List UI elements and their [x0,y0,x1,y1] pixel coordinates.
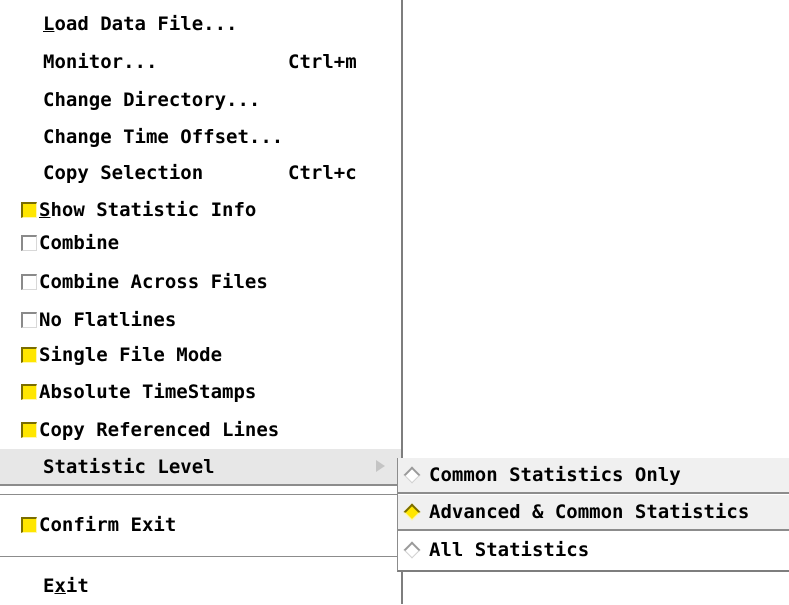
statistic-level-submenu: Common Statistics Only Advanced & Common… [397,458,789,572]
menu-toggle-absolute-timestamps[interactable]: Absolute TimeStamps [0,373,401,411]
checkbox-unchecked-icon [21,274,37,290]
menu-item-accelerator: Ctrl+c [288,162,357,184]
menu-item-change-time-offset[interactable]: Change Time Offset... [0,118,401,156]
menu-item-change-directory[interactable]: Change Directory... [0,81,401,119]
label-rest: oad Data File... [54,13,238,35]
mnemonic-l: L [43,13,55,35]
checkbox-checked-icon [21,202,37,218]
menu-item-label: Copy Selection [43,162,204,184]
radio-unselected-icon [403,541,421,559]
menu-item-label: Load Data File... [43,13,237,35]
menu-toggle-combine[interactable]: Combine [0,224,401,262]
checkbox-unchecked-icon [21,312,37,328]
cascade-arrow-icon [376,460,385,472]
menu-item-label: Show Statistic Info [39,199,256,221]
label-start: E [43,575,55,597]
menu-item-label: Statistic Level [43,455,215,478]
menu-item-exit[interactable]: Exit [0,567,401,605]
label-rest: it [65,575,89,597]
checkbox-checked-icon [21,422,37,438]
menu-separator [0,556,401,558]
menu-item-label: Confirm Exit [39,514,177,536]
radio-label: All Statistics [429,539,590,561]
menu-item-label: Change Time Offset... [43,126,284,148]
menu-item-copy-selection[interactable]: Copy Selection Ctrl+c [0,154,401,192]
checkbox-checked-icon [21,347,37,363]
menu-item-label: Monitor... [43,51,158,73]
menu-toggle-confirm-exit[interactable]: Confirm Exit [0,506,401,544]
menu-item-label: Combine [39,232,120,254]
radio-label: Advanced & Common Statistics [429,501,750,523]
menu-item-label: Combine Across Files [39,271,268,293]
menu-toggle-copy-referenced-lines[interactable]: Copy Referenced Lines [0,411,401,449]
menu-toggle-single-file-mode[interactable]: Single File Mode [0,336,401,374]
menu-separator [0,494,401,496]
menu-toggle-combine-across-files[interactable]: Combine Across Files [0,263,401,301]
file-menu: Load Data File... Monitor... Ctrl+m Chan… [0,0,403,604]
radio-label: Common Statistics Only [429,464,681,486]
radio-common-statistics-only[interactable]: Common Statistics Only [398,458,789,494]
menu-item-label: Absolute TimeStamps [39,381,257,403]
menu-toggle-no-flatlines[interactable]: No Flatlines [0,301,401,339]
radio-unselected-icon [403,466,421,484]
menu-item-monitor[interactable]: Monitor... Ctrl+m [0,43,401,81]
label-rest: how Statistic Info [50,199,257,221]
menu-item-label: Single File Mode [39,344,223,366]
menu-item-label: Change Directory... [43,89,261,111]
menu-cascade-statistic-level[interactable]: Statistic Level [0,448,401,486]
checkbox-checked-icon [21,384,37,400]
radio-advanced-common-statistics[interactable]: Advanced & Common Statistics [398,495,789,531]
menu-item-label: Exit [43,575,89,597]
radio-selected-icon [403,503,421,521]
menu-item-label: Copy Referenced Lines [39,419,280,441]
mnemonic-x: x [54,575,66,597]
checkbox-checked-icon [21,517,37,533]
menu-item-accelerator: Ctrl+m [288,51,357,73]
radio-all-statistics[interactable]: All Statistics [398,532,789,568]
checkbox-unchecked-icon [21,235,37,251]
menu-item-label: No Flatlines [39,309,177,331]
menu-item-load-data-file[interactable]: Load Data File... [0,5,401,43]
mnemonic-s: S [39,199,51,221]
